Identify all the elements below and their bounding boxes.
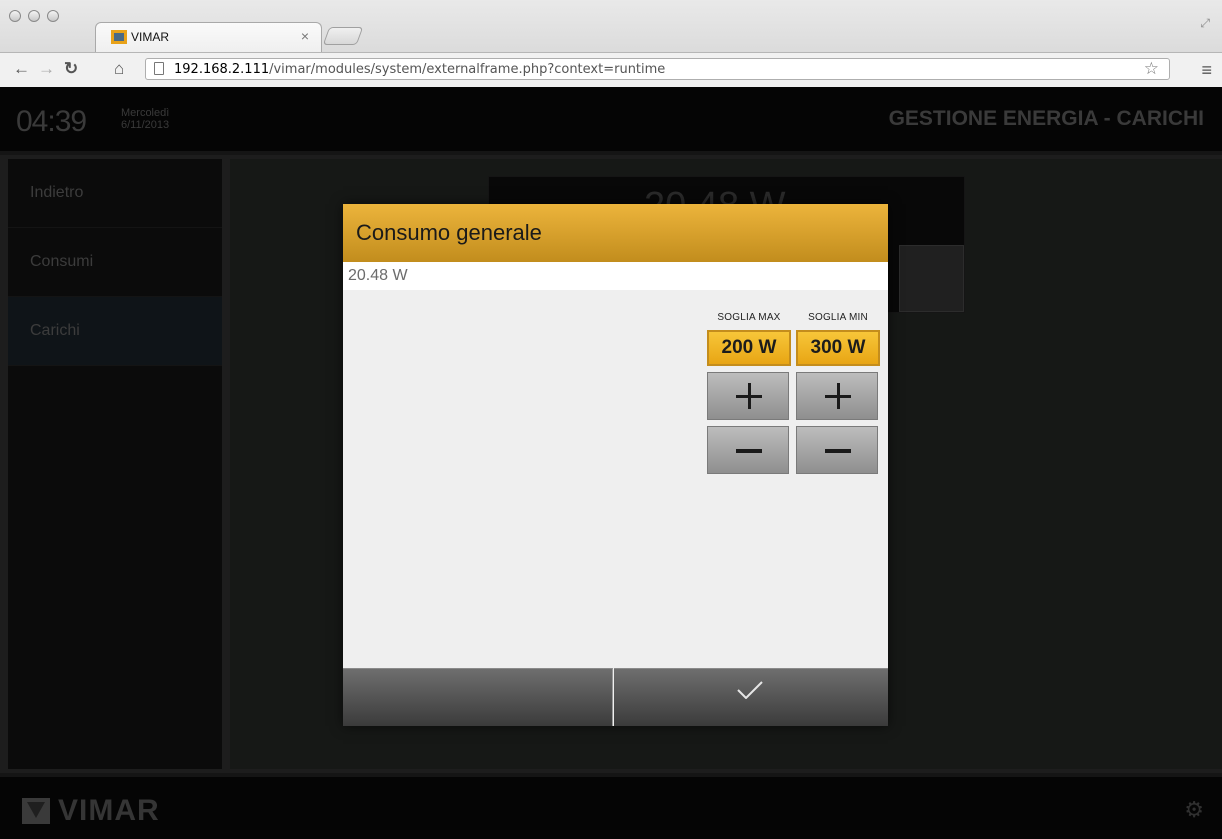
dialog-header: Consumo generale bbox=[343, 204, 888, 263]
soglia-max-minus-button[interactable] bbox=[707, 426, 789, 474]
browser-chrome: VIMAR × ⤢ ← → ↻ ⌂ 192.168.2.111/vimar/mo… bbox=[0, 0, 1222, 88]
app-footer: VIMAR ⚙ bbox=[0, 773, 1222, 839]
brand-name: VIMAR bbox=[58, 794, 160, 827]
soglia-min-value: 300 W bbox=[796, 330, 880, 366]
page-icon bbox=[154, 62, 164, 75]
minus-icon bbox=[825, 449, 851, 453]
forward-arrow-icon[interactable]: → bbox=[38, 60, 55, 78]
fullscreen-icon[interactable]: ⤢ bbox=[1200, 16, 1210, 31]
menu-icon[interactable]: ≡ bbox=[1201, 60, 1212, 81]
soglia-min-label: SOGLIA MIN bbox=[808, 312, 868, 323]
soglia-min-plus-button[interactable] bbox=[796, 372, 878, 420]
sidebar: Indietro Consumi Carichi bbox=[8, 159, 222, 769]
zoom-window-button[interactable] bbox=[47, 10, 59, 22]
soglia-min-minus-button[interactable] bbox=[796, 426, 878, 474]
reload-icon[interactable]: ↻ bbox=[64, 60, 78, 78]
browser-tab[interactable]: VIMAR × bbox=[95, 22, 322, 52]
weekday: Mercoledì bbox=[121, 107, 170, 119]
cancel-button[interactable] bbox=[343, 668, 613, 726]
date-block: Mercoledì 6/11/2013 bbox=[121, 107, 169, 131]
minus-icon bbox=[736, 449, 762, 453]
address-bar[interactable]: 192.168.2.111/vimar/modules/system/exter… bbox=[145, 58, 1170, 80]
new-tab-button[interactable] bbox=[322, 27, 364, 45]
minimize-window-button[interactable] bbox=[28, 10, 40, 22]
bookmark-star-icon[interactable]: ☆ bbox=[1144, 59, 1159, 79]
close-window-button[interactable] bbox=[9, 10, 21, 22]
dialog-value-row: 20.48 W bbox=[343, 262, 888, 290]
plus-icon-vertical bbox=[748, 383, 751, 409]
dialog-title: Consumo generale bbox=[356, 220, 542, 245]
tab-title: VIMAR bbox=[131, 30, 170, 44]
checkmark-icon bbox=[737, 681, 763, 699]
home-icon[interactable]: ⌂ bbox=[114, 60, 124, 78]
back-arrow-icon[interactable]: ← bbox=[13, 60, 30, 78]
current-consumption: 20.48 W bbox=[348, 267, 408, 284]
plus-icon-vertical bbox=[837, 383, 840, 409]
clock: 04:39 bbox=[16, 105, 87, 138]
soglia-max-value: 200 W bbox=[707, 330, 791, 366]
settings-gear-icon[interactable]: ⚙ bbox=[1184, 797, 1204, 823]
vimar-favicon-icon bbox=[111, 30, 127, 44]
tab-close-icon[interactable]: × bbox=[301, 28, 309, 44]
browser-toolbar: ← → ↻ ⌂ 192.168.2.111/vimar/modules/syst… bbox=[0, 52, 1222, 87]
soglia-max-column: SOGLIA MAX 200 W bbox=[707, 312, 791, 474]
window-controls bbox=[9, 10, 59, 22]
app-header: 04:39 Mercoledì 6/11/2013 GESTIONE ENERG… bbox=[0, 87, 1222, 155]
sidebar-item-indietro[interactable]: Indietro bbox=[8, 159, 222, 228]
url-text: 192.168.2.111/vimar/modules/system/exter… bbox=[174, 62, 666, 77]
consumption-dialog: Consumo generale 20.48 W SOGLIA MAX 200 … bbox=[343, 204, 888, 726]
soglia-max-plus-button[interactable] bbox=[707, 372, 789, 420]
confirm-button[interactable] bbox=[614, 668, 888, 726]
soglia-max-label: SOGLIA MAX bbox=[717, 312, 781, 323]
sidebar-item-consumi[interactable]: Consumi bbox=[8, 228, 222, 297]
panel-button[interactable] bbox=[899, 245, 964, 312]
sidebar-item-carichi[interactable]: Carichi bbox=[8, 297, 222, 366]
dialog-footer bbox=[343, 668, 888, 726]
soglia-min-column: SOGLIA MIN 300 W bbox=[796, 312, 880, 474]
vimar-logo-icon bbox=[22, 798, 50, 824]
vimar-logo: VIMAR bbox=[22, 794, 160, 828]
page-title: GESTIONE ENERGIA - CARICHI bbox=[888, 107, 1204, 130]
date: 6/11/2013 bbox=[121, 119, 170, 131]
